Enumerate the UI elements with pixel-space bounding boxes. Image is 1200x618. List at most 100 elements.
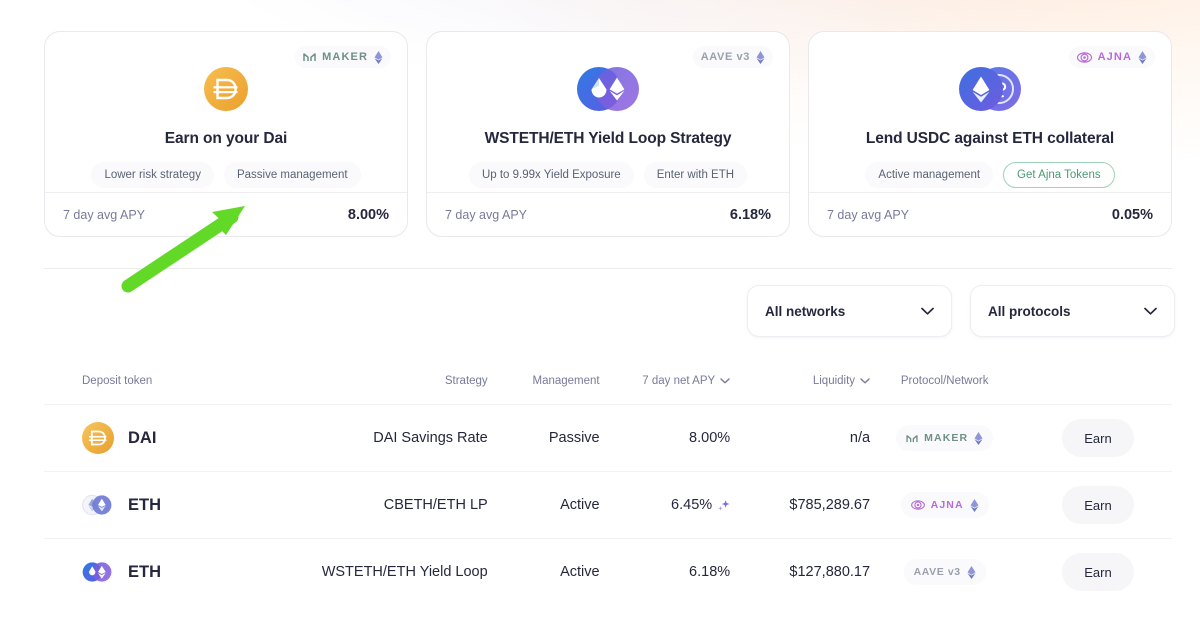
- networks-filter-label: All networks: [765, 303, 846, 319]
- table-row[interactable]: ETH CBETH/ETH LP Active 6.45% $785,289.6…: [44, 471, 1172, 538]
- promo-card-wsteth-eth-yield-loop[interactable]: AAVE v3 WSTETH/ETH Yield Loop Strategy U…: [426, 31, 790, 237]
- earn-button[interactable]: Earn: [1062, 486, 1134, 524]
- card-pill-enter-with-eth: Enter with ETH: [643, 162, 748, 188]
- card-footer: 7 day avg APY 8.00%: [45, 192, 407, 236]
- row-token-cell: DAI: [82, 422, 320, 454]
- ethereum-icon: [974, 431, 983, 445]
- table-row[interactable]: DAI DAI Savings Rate Passive 8.00% n/a M…: [44, 404, 1172, 471]
- card-footer: 7 day avg APY 0.05%: [809, 192, 1171, 236]
- row-liquidity: $127,880.17: [789, 564, 871, 580]
- row-protocol-badge-ajna: AJNA: [900, 492, 989, 518]
- row-protocol-name: AJNA: [930, 499, 964, 511]
- card-apy-value: 0.05%: [1111, 206, 1153, 223]
- row-protocol-cell: AJNA: [870, 492, 1019, 518]
- card-token-icon-wrap: [827, 62, 1153, 116]
- wsteth-eth-pair-icon: [577, 67, 639, 111]
- dai-token-icon: [82, 422, 114, 454]
- card-apy-label: 7 day avg APY: [445, 207, 528, 222]
- table-row[interactable]: ETH WSTETH/ETH Yield Loop Active 6.18% $…: [44, 538, 1172, 605]
- header-protocol-network: Protocol/Network: [900, 375, 989, 387]
- header-deposit-token: Deposit token: [82, 375, 153, 387]
- card-title: WSTETH/ETH Yield Loop Strategy: [484, 130, 732, 147]
- card-pill-passive-management: Passive management: [223, 162, 361, 188]
- row-apy-value: 6.18%: [689, 564, 731, 580]
- card-apy-value: 6.18%: [729, 206, 771, 223]
- card-title: Earn on your Dai: [164, 130, 288, 147]
- row-protocol-name: AAVE v3: [913, 566, 961, 578]
- row-management: Active: [560, 564, 600, 580]
- row-apy: 6.18%: [600, 564, 731, 580]
- chevron-down-icon: [720, 378, 730, 384]
- row-management: Active: [560, 497, 600, 513]
- row-liquidity: n/a: [849, 430, 871, 446]
- header-liquidity[interactable]: Liquidity: [730, 375, 870, 387]
- chevron-down-icon: [921, 307, 934, 315]
- card-protocol-name: AAVE v3: [700, 51, 750, 63]
- row-action-cell: Earn: [1019, 419, 1134, 457]
- row-protocol-badge-aave: AAVE v3: [903, 559, 986, 585]
- row-protocol-cell: MAKER: [870, 425, 1019, 451]
- header-apy-label: 7 day net APY: [642, 375, 716, 387]
- row-strategy: WSTETH/ETH Yield Loop: [321, 564, 488, 580]
- card-apy-value: 8.00%: [347, 206, 389, 223]
- card-footer: 7 day avg APY 6.18%: [427, 192, 789, 236]
- row-management: Passive: [548, 430, 600, 446]
- row-protocol-name: MAKER: [924, 432, 969, 444]
- row-token-cell: ETH: [82, 556, 320, 588]
- row-token-cell: ETH: [82, 489, 320, 521]
- chevron-down-icon: [1144, 307, 1157, 315]
- card-token-icon-wrap: [445, 62, 771, 116]
- section-divider: [44, 268, 1172, 269]
- promo-cards-row: MAKER Earn on your Dai Lower risk strate…: [44, 31, 1172, 237]
- row-token-name: ETH: [128, 562, 161, 581]
- earn-page: MAKER Earn on your Dai Lower risk strate…: [0, 0, 1200, 618]
- eth-usdc-pair-icon: [959, 67, 1021, 111]
- row-apy: 8.00%: [600, 430, 731, 446]
- ethereum-icon: [374, 50, 383, 64]
- header-liquidity-label: Liquidity: [812, 375, 856, 387]
- card-protocol-name: AJNA: [1097, 51, 1132, 63]
- card-pill-row: Active management Get Ajna Tokens: [827, 162, 1153, 188]
- row-apy-value: 8.00%: [689, 430, 731, 446]
- card-pill-lower-risk-strategy: Lower risk strategy: [91, 162, 214, 188]
- earn-button[interactable]: Earn: [1062, 553, 1134, 591]
- promo-card-dai[interactable]: MAKER Earn on your Dai Lower risk strate…: [44, 31, 408, 237]
- header-7-day-net-apy[interactable]: 7 day net APY: [600, 375, 731, 387]
- maker-logo-icon: [303, 53, 316, 61]
- get-ajna-tokens-button[interactable]: Get Ajna Tokens: [1003, 162, 1115, 188]
- sparkle-icon: [718, 500, 730, 511]
- card-protocol-name: MAKER: [322, 51, 368, 63]
- ethereum-icon: [1138, 50, 1147, 64]
- networks-filter-dropdown[interactable]: All networks: [747, 285, 952, 337]
- row-strategy: CBETH/ETH LP: [383, 497, 488, 513]
- row-apy-value: 6.45%: [671, 497, 713, 513]
- row-action-cell: Earn: [1019, 553, 1134, 591]
- ajna-logo-icon: [1076, 51, 1092, 63]
- card-title: Lend USDC against ETH collateral: [865, 130, 1115, 147]
- ajna-logo-icon: [910, 500, 925, 510]
- cbeth-eth-pair-icon: [82, 494, 112, 516]
- row-token-name: DAI: [128, 428, 157, 447]
- row-protocol-badge-maker: MAKER: [896, 425, 994, 451]
- row-strategy: DAI Savings Rate: [373, 430, 488, 446]
- ethereum-icon: [756, 50, 765, 64]
- card-apy-label: 7 day avg APY: [63, 207, 146, 222]
- row-token-name: ETH: [128, 495, 161, 514]
- row-apy: 6.45%: [600, 497, 731, 513]
- maker-logo-icon: [906, 434, 918, 442]
- promo-card-lend-usdc[interactable]: AJNA Lend USDC against ETH collateral Ac…: [808, 31, 1172, 237]
- protocols-filter-label: All protocols: [988, 303, 1071, 319]
- card-protocol-badge-maker: MAKER: [295, 46, 391, 68]
- card-pill-yield-exposure: Up to 9.99x Yield Exposure: [468, 162, 634, 188]
- header-management: Management: [532, 375, 600, 387]
- chevron-down-icon: [860, 378, 870, 384]
- card-pill-row: Lower risk strategy Passive management: [63, 162, 389, 188]
- protocols-filter-dropdown[interactable]: All protocols: [970, 285, 1175, 337]
- card-pill-row: Up to 9.99x Yield Exposure Enter with ET…: [445, 162, 771, 188]
- wsteth-eth-pair-icon: [82, 562, 112, 582]
- table-header-row: Deposit token Strategy Management 7 day …: [44, 358, 1172, 404]
- earn-button[interactable]: Earn: [1062, 419, 1134, 457]
- filter-bar: All networks All protocols: [747, 285, 1175, 337]
- row-action-cell: Earn: [1019, 486, 1134, 524]
- card-token-icon-wrap: [63, 62, 389, 116]
